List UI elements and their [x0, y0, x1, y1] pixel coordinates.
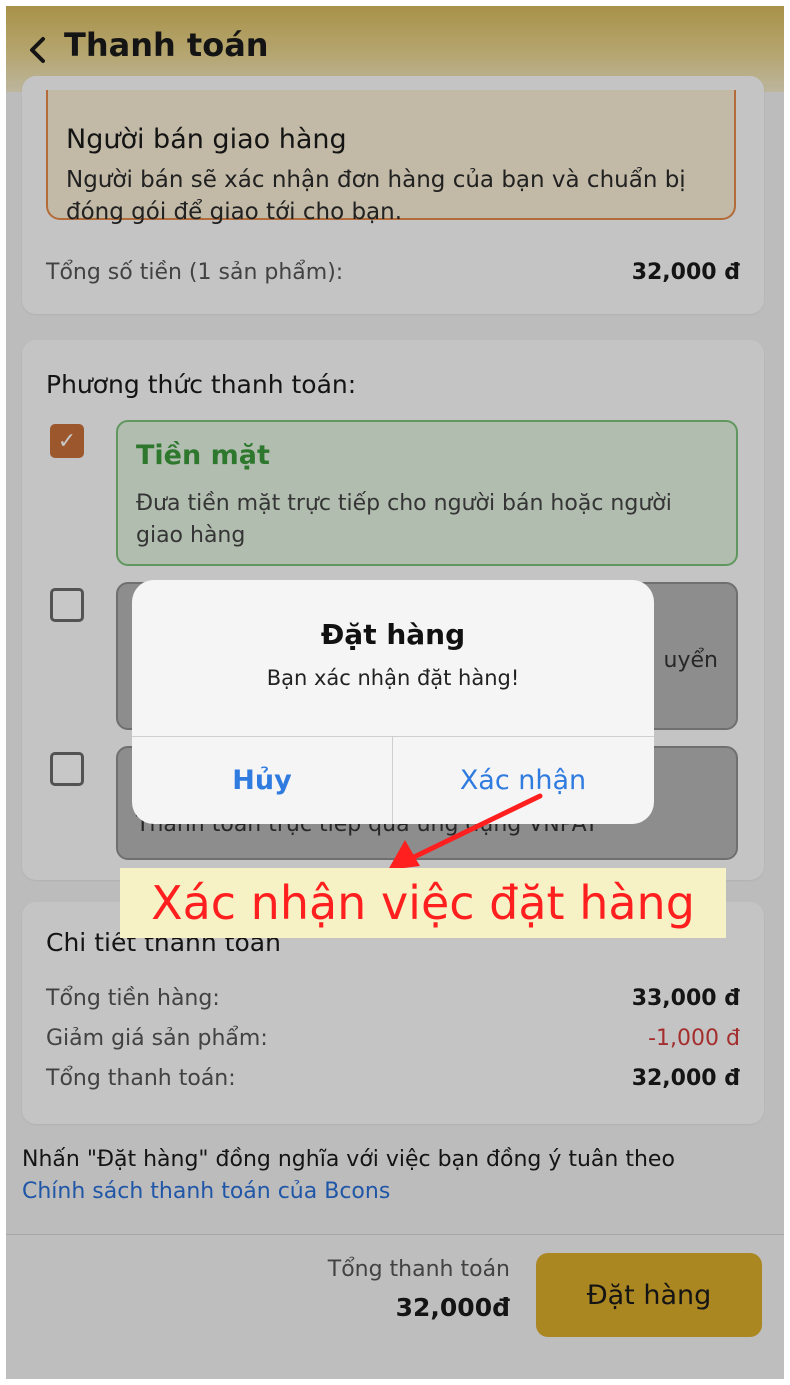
- dialog-cancel-button[interactable]: Hủy: [132, 737, 392, 824]
- seller-delivery-title: Người bán giao hàng: [66, 124, 347, 155]
- payment-method-title: Phương thức thanh toán:: [46, 370, 357, 399]
- dialog-confirm-button[interactable]: Xác nhận: [393, 737, 653, 824]
- terms-notice: Nhấn "Đặt hàng" đồng nghĩa với việc bạn …: [22, 1144, 782, 1208]
- product-total-row: Tổng số tiền (1 sản phẩm): 32,000 đ: [46, 260, 740, 285]
- dialog-message: Bạn xác nhận đặt hàng!: [266, 666, 520, 690]
- vnpay-checkbox[interactable]: [50, 752, 84, 786]
- detail-row-label: Tổng tiền hàng:: [46, 986, 220, 1011]
- detail-row: Tổng thanh toán: 32,000 đ: [46, 1066, 740, 1091]
- transfer-desc-fragment: uyển: [663, 648, 718, 673]
- confirm-order-dialog: Đặt hàng Bạn xác nhận đặt hàng! Hủy Xác …: [132, 580, 654, 824]
- detail-row-value: 32,000 đ: [631, 1066, 740, 1091]
- product-total-label: Tổng số tiền (1 sản phẩm):: [46, 260, 344, 285]
- bottom-total-label: Tổng thanh toán: [327, 1257, 510, 1282]
- chevron-left-icon: [30, 37, 45, 63]
- terms-text: Nhấn "Đặt hàng" đồng nghĩa với việc bạn …: [22, 1147, 675, 1172]
- detail-row: Giảm giá sản phẩm: -1,000 đ: [46, 1026, 740, 1051]
- place-order-button[interactable]: Đặt hàng: [536, 1253, 762, 1337]
- seller-delivery-box: Người bán giao hàng Người bán sẽ xác nhậ…: [46, 90, 736, 225]
- back-button[interactable]: [20, 28, 56, 72]
- seller-delivery-desc: Người bán sẽ xác nhận đơn hàng của bạn v…: [66, 167, 686, 225]
- detail-row-value: -1,000 đ: [648, 1026, 740, 1051]
- detail-row-label: Giảm giá sản phẩm:: [46, 1026, 268, 1051]
- detail-row-label: Tổng thanh toán:: [46, 1066, 236, 1091]
- detail-row: Tổng tiền hàng: 33,000 đ: [46, 986, 740, 1011]
- bottom-total-value: 32,000đ: [395, 1293, 510, 1322]
- payment-policy-link[interactable]: Chính sách thanh toán của Bcons: [22, 1176, 782, 1208]
- transfer-checkbox[interactable]: [50, 588, 84, 622]
- bottom-bar: Tổng thanh toán 32,000đ Đặt hàng: [6, 1234, 784, 1379]
- cash-checkbox[interactable]: ✓: [50, 424, 84, 458]
- check-icon: ✓: [57, 428, 77, 454]
- delivery-card: Người bán giao hàng Người bán sẽ xác nhậ…: [22, 76, 764, 314]
- cash-title: Tiền mặt: [136, 440, 270, 471]
- annotation-label: Xác nhận việc đặt hàng: [120, 868, 726, 938]
- payment-option-cash[interactable]: Tiền mặt Đưa tiền mặt trực tiếp cho ngườ…: [116, 420, 738, 566]
- cash-desc: Đưa tiền mặt trực tiếp cho người bán hoặ…: [136, 491, 672, 548]
- dialog-title: Đặt hàng: [320, 618, 466, 651]
- detail-row-value: 33,000 đ: [631, 986, 740, 1011]
- checkout-screen: Thanh toán Người bán giao hàng Người bán…: [6, 6, 784, 1379]
- product-total-value: 32,000 đ: [631, 260, 740, 285]
- page-title: Thanh toán: [64, 26, 269, 64]
